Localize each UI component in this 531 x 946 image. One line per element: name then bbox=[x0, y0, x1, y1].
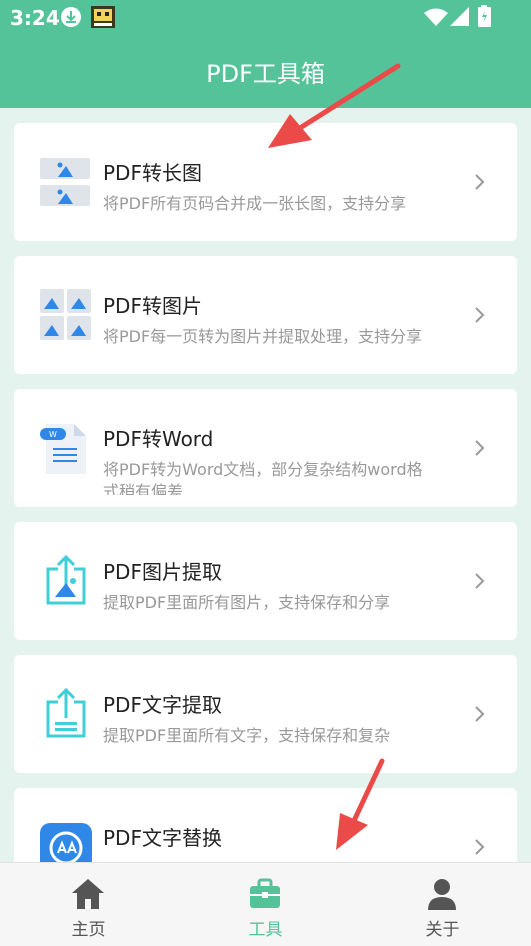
battery-icon bbox=[478, 5, 491, 27]
tool-title: PDF图片提取 bbox=[103, 560, 222, 584]
text-extract-icon bbox=[46, 688, 86, 738]
tool-card-pdf-to-images[interactable]: PDF转图片 将PDF每一页转为图片并提取处理，支持分享 bbox=[14, 256, 517, 374]
tool-card-pdf-text-extract[interactable]: PDF文字提取 提取PDF里面所有文字，支持保存和复杂 bbox=[14, 655, 517, 773]
home-icon bbox=[72, 879, 104, 909]
chevron-right-icon bbox=[475, 573, 485, 589]
chevron-right-icon bbox=[475, 307, 485, 323]
tool-description: 将PDF每一页转为图片并提取处理，支持分享 bbox=[103, 327, 423, 346]
nav-home[interactable]: 主页 bbox=[0, 863, 177, 946]
tool-card-pdf-to-long-image[interactable]: PDF转长图 将PDF所有页码合并成一张长图，支持分享 bbox=[14, 123, 517, 241]
tool-card-pdf-to-word[interactable]: W PDF转Word 将PDF转为Word文档，部分复杂结构word格式稍有偏差 bbox=[14, 389, 517, 507]
chevron-right-icon bbox=[475, 174, 485, 190]
status-time: 3:24 bbox=[10, 6, 60, 30]
signal-icon bbox=[450, 7, 469, 26]
tool-card-pdf-text-replace[interactable]: PDF文字替换 bbox=[14, 788, 517, 862]
tool-title: PDF转图片 bbox=[103, 294, 202, 318]
tool-list[interactable]: PDF转长图 将PDF所有页码合并成一张长图，支持分享 PDF转图片 将PDF每… bbox=[0, 108, 531, 862]
nav-about-label: 关于 bbox=[425, 920, 460, 940]
download-icon bbox=[61, 7, 81, 27]
tool-title: PDF文字替换 bbox=[103, 826, 222, 850]
text-replace-icon bbox=[40, 823, 92, 862]
chevron-right-icon bbox=[475, 440, 485, 456]
nav-tools[interactable]: 工具 bbox=[177, 863, 354, 946]
page-title: PDF工具箱 bbox=[206, 59, 325, 88]
svg-text:W: W bbox=[49, 430, 57, 439]
image-extract-icon bbox=[46, 555, 86, 605]
word-document-icon: W bbox=[40, 424, 86, 474]
bottom-nav: 主页 工具 关于 bbox=[0, 862, 531, 946]
nav-tools-label: 工具 bbox=[248, 920, 283, 940]
app-notification-icon bbox=[91, 6, 115, 28]
images-grid-icon bbox=[40, 289, 91, 340]
tool-description: 将PDF转为Word文档，部分复杂结构word格式稍有偏差 bbox=[103, 460, 423, 495]
app-header: PDF工具箱 bbox=[0, 34, 531, 108]
user-icon bbox=[428, 879, 456, 910]
status-bar: 3:24 bbox=[0, 0, 531, 34]
tool-title: PDF转长图 bbox=[103, 161, 202, 185]
tool-description: 提取PDF里面所有文字，支持保存和复杂 bbox=[103, 726, 391, 745]
nav-home-label: 主页 bbox=[71, 920, 106, 940]
tool-description: 将PDF所有页码合并成一张长图，支持分享 bbox=[103, 194, 407, 213]
toolbox-icon bbox=[250, 878, 280, 908]
chevron-right-icon bbox=[475, 839, 485, 855]
tool-description: 提取PDF里面所有图片，支持保存和分享 bbox=[103, 593, 391, 612]
tool-card-pdf-image-extract[interactable]: PDF图片提取 提取PDF里面所有图片，支持保存和分享 bbox=[14, 522, 517, 640]
nav-about[interactable]: 关于 bbox=[354, 863, 531, 946]
tool-title: PDF文字提取 bbox=[103, 693, 222, 717]
chevron-right-icon bbox=[475, 706, 485, 722]
wifi-icon bbox=[424, 8, 448, 26]
long-image-icon bbox=[40, 158, 90, 206]
tool-title: PDF转Word bbox=[103, 427, 214, 451]
